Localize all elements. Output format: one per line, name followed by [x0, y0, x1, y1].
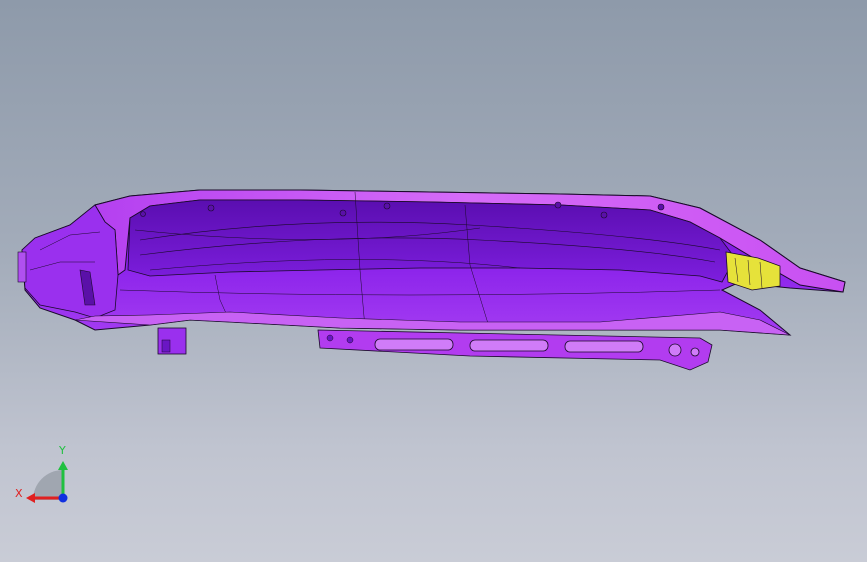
cad-viewport[interactable]: Y X [0, 0, 867, 562]
bumper-model[interactable] [0, 0, 867, 562]
coordinate-triad [26, 461, 68, 503]
bumper-left-end [21, 204, 119, 319]
y-axis-label: Y [59, 444, 66, 457]
x-axis-label: X [15, 487, 23, 500]
